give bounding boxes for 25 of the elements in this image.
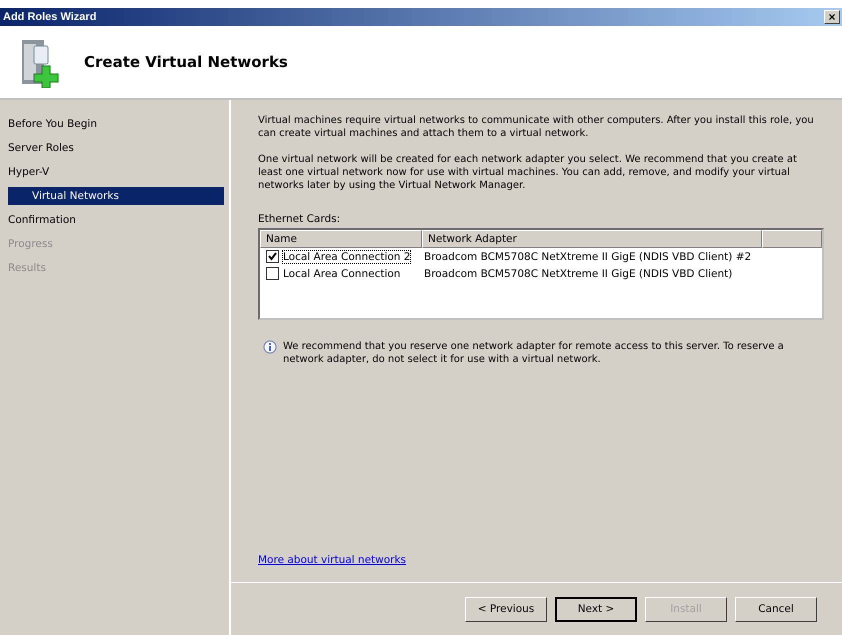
wizard-button[interactable]: Next > <box>555 596 637 622</box>
wizard-button[interactable]: < Previous <box>465 596 547 622</box>
info-text: We recommend that you reserve one network adapter for remote access to this server. To reserve a network adapter, do not select it for use with a virtual network. <box>283 340 785 366</box>
list-label: Ethernet Cards: <box>258 213 342 225</box>
description-text: Virtual machines require virtual networks to communicate with other computers. After you install this role, you can create virtual machines and attach them to a virtual network. <box>258 114 815 140</box>
wizard-button[interactable]: Cancel <box>735 596 817 622</box>
sidebar-item[interactable]: Hyper-V <box>0 163 224 181</box>
sidebar-item[interactable]: Virtual Networks <box>8 187 224 205</box>
sidebar-item[interactable]: Confirmation <box>0 211 224 229</box>
help-link[interactable]: More about virtual networks <box>258 554 406 566</box>
checkbox[interactable] <box>266 250 279 263</box>
table-cell: Local Area Connection <box>283 268 400 280</box>
sidebar-item[interactable]: Server Roles <box>0 139 224 157</box>
description-text: One virtual network will be created for each network adapter you select. We recommend that you create at least one virtual network now for use with virtual machines. You can add, remove, and modify your virtual networks later by using the Virtual Network Manager. <box>258 153 798 192</box>
column-header[interactable]: Name <box>260 230 422 248</box>
column-header[interactable]: Network Adapter <box>422 230 762 248</box>
info-icon <box>263 340 277 354</box>
table-cell: Local Area Connection 2 <box>283 250 410 262</box>
close-button[interactable]: × <box>824 10 840 24</box>
sidebar-item[interactable]: Before You Begin <box>0 115 224 133</box>
table-cell-text: Broadcom BCM5708C NetXtreme II GigE (NDIS VBD Client) #2 <box>423 250 752 262</box>
table-cell-text: Broadcom BCM5708C NetXtreme II GigE (NDIS VBD Client) <box>423 268 732 280</box>
page-title: Create Virtual Networks <box>84 53 288 71</box>
window-title: Add Roles Wizard <box>3 11 96 23</box>
checkbox[interactable] <box>266 267 279 280</box>
